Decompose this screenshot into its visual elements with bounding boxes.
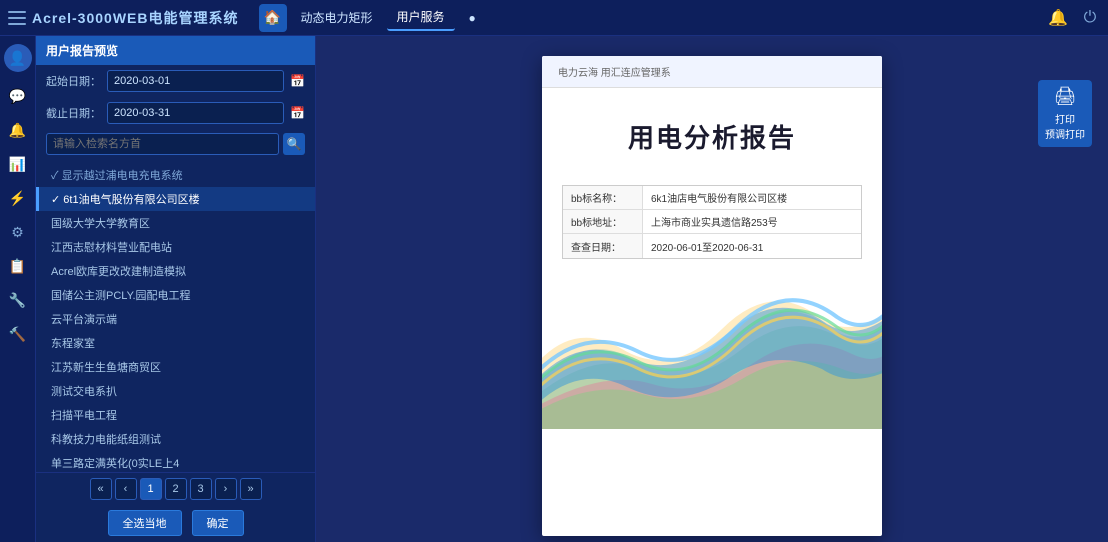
page-1-button[interactable]: 1 [140, 478, 162, 500]
end-date-row: 截止日期： 📅 [36, 97, 315, 129]
page-last-button[interactable]: » [240, 478, 262, 500]
report-main-title: 用电分析报告 [562, 118, 862, 155]
list-item[interactable]: Acrel欧库更改改建制造模拟 [36, 259, 315, 283]
sidebar-item-power[interactable]: ⚡ [4, 184, 32, 212]
report-info-value-name: 6k1油店电气股份有限公司区楼 [643, 186, 795, 209]
nav-item-user-service[interactable]: 用户服务 [387, 4, 455, 31]
app-title: Acrel-3000WEB电能管理系统 [32, 8, 239, 28]
search-row: 🔍 [36, 129, 315, 159]
sidebar-item-messages[interactable]: 💬 [4, 82, 32, 110]
main-area: 👤 💬 🔔 📊 ⚡ ⚙ 📋 🔧 🔨 用户报告预览 起始日期： 📅 截止日期： 📅… [0, 36, 1108, 542]
list-item[interactable]: 东程家室 [36, 331, 315, 355]
report-wave-area [542, 269, 882, 536]
list-item[interactable]: 江苏新生生鱼塘商贸区 [36, 355, 315, 379]
list-item[interactable]: 江西志慰材料营业配电站 [36, 235, 315, 259]
list-item[interactable]: 云平台演示端 [36, 307, 315, 331]
left-panel: 用户报告预览 起始日期： 📅 截止日期： 📅 🔍 ✓ 显示越过浦电电充电系统 ✓… [36, 36, 316, 542]
sidebar-item-tool[interactable]: 🔧 [4, 286, 32, 314]
start-date-label: 起始日期： [46, 73, 101, 89]
panel-header: 用户报告预览 [36, 36, 315, 65]
list-item[interactable]: 扫描平电工程 [36, 403, 315, 427]
report-info-value-date: 2020-06-01至2020-06-31 [643, 234, 771, 258]
select-all-button[interactable]: 全选当地 [108, 510, 182, 536]
report-info-label-date: 查查日期： [563, 234, 643, 258]
report-info-row-addr: bb标地址： 上海市商业实具遗信路253号 [563, 210, 861, 234]
end-date-label: 截止日期： [46, 105, 101, 121]
sidebar-item-report[interactable]: 📋 [4, 252, 32, 280]
start-date-row: 起始日期： 📅 [36, 65, 315, 97]
page-first-button[interactable]: « [90, 478, 112, 500]
app-logo: Acrel-3000WEB电能管理系统 [8, 8, 239, 28]
list-item[interactable]: 测试交电系扒 [36, 379, 315, 403]
sidebar-item-wrench[interactable]: 🔨 [4, 320, 32, 348]
right-content: 电力云海 用汇连应管理系 用电分析报告 bb标名称： 6k1油店电气股份有限公司… [316, 36, 1108, 542]
sidebar-item-chart[interactable]: 📊 [4, 150, 32, 178]
report-title-area: 用电分析报告 [542, 88, 882, 175]
hamburger-icon[interactable] [8, 11, 26, 25]
top-bar-right: 🔔 ⏻ [1048, 8, 1100, 28]
list-item[interactable]: ✓ 6t1油电气股份有限公司区楼 [36, 187, 315, 211]
report-info-row-name: bb标名称： 6k1油店电气股份有限公司区楼 [563, 186, 861, 210]
action-row: 全选当地 确定 [36, 505, 315, 542]
list-item[interactable]: 国级大学大学教育区 [36, 211, 315, 235]
list-item[interactable]: 单三路定满英化(0实LE上4 [36, 451, 315, 472]
report-info-label-name: bb标名称： [563, 186, 643, 209]
report-page: 电力云海 用汇连应管理系 用电分析报告 bb标名称： 6k1油店电气股份有限公司… [542, 56, 882, 536]
list-item[interactable]: ✓ 显示越过浦电电充电系统 [36, 163, 315, 187]
end-date-input[interactable] [107, 102, 284, 124]
pagination: « ‹ 1 2 3 › » [36, 472, 315, 505]
power-button-icon[interactable]: ⏻ [1080, 8, 1100, 28]
search-button[interactable]: 🔍 [283, 133, 305, 155]
page-next-button[interactable]: › [215, 478, 237, 500]
page-prev-button[interactable]: ‹ [115, 478, 137, 500]
alert-bell-icon[interactable]: 🔔 [1048, 8, 1068, 28]
avatar[interactable]: 👤 [4, 44, 32, 72]
page-3-button[interactable]: 3 [190, 478, 212, 500]
print-icon: 🖨 [1054, 86, 1077, 107]
print-label: 打印预调打印 [1045, 111, 1085, 141]
sidebar-item-settings[interactable]: ⚙ [4, 218, 32, 246]
print-panel[interactable]: 🖨 打印预调打印 [1038, 80, 1092, 147]
sidebar-icons: 👤 💬 🔔 📊 ⚡ ⚙ 📋 🔧 🔨 [0, 36, 36, 542]
list-item[interactable]: 科教技力电能纸组测试 [36, 427, 315, 451]
report-info-value-addr: 上海市商业实具遗信路253号 [643, 210, 786, 233]
list-area: ✓ 显示越过浦电电充电系统 ✓ 6t1油电气股份有限公司区楼 国级大学大学教育区… [36, 159, 315, 472]
nav-item-dynamic[interactable]: 动态电力矩形 [291, 5, 383, 30]
start-date-input[interactable] [107, 70, 284, 92]
start-date-calendar-icon[interactable]: 📅 [290, 74, 305, 88]
list-item[interactable]: 国储公主测PCLY.园配电工程 [36, 283, 315, 307]
report-info-label-addr: bb标地址： [563, 210, 643, 233]
search-input[interactable] [46, 133, 279, 155]
top-nav: 🏠 动态电力矩形 用户服务 ● [259, 4, 486, 32]
report-header-bar: 电力云海 用汇连应管理系 [542, 56, 882, 88]
sidebar-item-notifications[interactable]: 🔔 [4, 116, 32, 144]
end-date-calendar-icon[interactable]: 📅 [290, 106, 305, 120]
report-info-row-date: 查查日期： 2020-06-01至2020-06-31 [563, 234, 861, 258]
home-nav-button[interactable]: 🏠 [259, 4, 287, 32]
top-bar: Acrel-3000WEB电能管理系统 🏠 动态电力矩形 用户服务 ● 🔔 ⏻ [0, 0, 1108, 36]
confirm-button[interactable]: 确定 [192, 510, 244, 536]
nav-item-dot[interactable]: ● [459, 7, 486, 29]
page-2-button[interactable]: 2 [165, 478, 187, 500]
report-info-table: bb标名称： 6k1油店电气股份有限公司区楼 bb标地址： 上海市商业实具遗信路… [562, 185, 862, 259]
